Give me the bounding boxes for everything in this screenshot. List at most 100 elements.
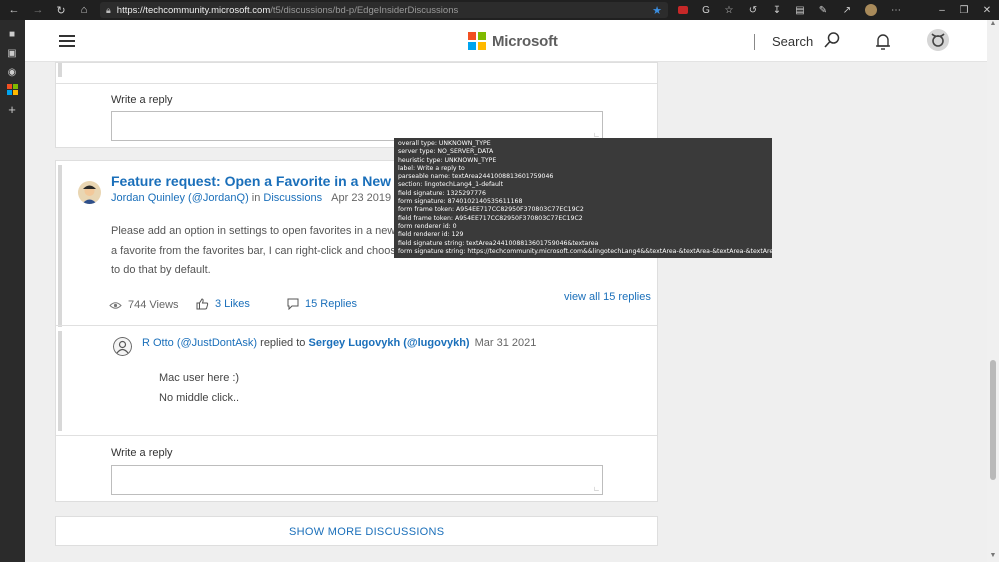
comment-icon xyxy=(287,298,299,310)
tab-microsoft-icon[interactable] xyxy=(6,83,18,95)
tooltip-line: form renderer id: 0 xyxy=(398,222,457,230)
forward-icon[interactable]: → xyxy=(29,0,47,20)
close-icon[interactable]: ✕ xyxy=(978,0,996,20)
thread-accent-bar xyxy=(58,165,62,327)
tooltip-line: section: lingotechLang4_1-default xyxy=(398,181,504,189)
tooltip-line: field signature: 1325297776 xyxy=(398,189,486,197)
refresh-icon[interactable]: ↻ xyxy=(52,0,70,20)
show-more-card[interactable]: SHOW MORE DISCUSSIONS xyxy=(55,516,658,546)
post-title[interactable]: Feature request: Open a Favorite in a Ne… xyxy=(111,173,410,189)
search-icon[interactable] xyxy=(823,31,841,49)
post-date: Apr 23 2019 xyxy=(331,192,392,204)
tooltip-line: field signature string: textArea24410088… xyxy=(398,239,599,247)
notification-bell-icon[interactable] xyxy=(874,32,892,52)
thumbs-up-icon xyxy=(196,298,209,310)
body-line: a favorite from the favorites bar, I can… xyxy=(111,244,396,257)
tooltip-line: overall type: UNKNOWN_TYPE xyxy=(398,140,491,147)
thread-accent-bar xyxy=(58,63,62,77)
reply-author-link[interactable]: R Otto (@JustDontAsk) xyxy=(142,337,257,349)
views-count: 744 Views xyxy=(128,299,179,311)
history-icon[interactable]: ↺ xyxy=(744,0,762,20)
view-all-replies-link[interactable]: view all 15 replies xyxy=(564,291,651,303)
reply-meta: R Otto (@JustDontAsk) replied to Sergey … xyxy=(142,337,536,349)
reply-textarea[interactable]: ∟ xyxy=(111,111,603,141)
eye-icon xyxy=(109,301,122,309)
browser-toolbar: ← → ↻ ⌂ 🔒︎ https://techcommunity.microso… xyxy=(0,0,999,20)
user-avatar[interactable] xyxy=(927,29,949,51)
divider xyxy=(56,325,657,326)
url-host: https://techcommunity.microsoft.com xyxy=(116,4,271,16)
profile-avatar-icon[interactable] xyxy=(862,0,880,20)
show-more-discussions-button[interactable]: SHOW MORE DISCUSSIONS xyxy=(289,526,444,538)
write-reply-label: Write a reply xyxy=(111,94,173,106)
favorite-star-icon[interactable]: ★ xyxy=(652,4,662,17)
board-link[interactable]: Discussions xyxy=(263,192,322,204)
author-avatar[interactable] xyxy=(78,181,101,204)
reply-accent-bar xyxy=(58,331,62,431)
home-icon[interactable]: ⌂ xyxy=(75,0,93,20)
new-tab-icon[interactable]: + xyxy=(6,102,18,117)
body-line: to do that by default. xyxy=(111,264,211,276)
post-body: Please add an option in settings to open… xyxy=(111,222,396,281)
tab-page-icon[interactable]: ▣ xyxy=(6,47,18,59)
in-word: in xyxy=(251,192,261,204)
extension-red-icon[interactable] xyxy=(674,0,692,20)
tooltip-line: label: Write a reply to xyxy=(398,164,465,172)
divider xyxy=(56,83,657,84)
scrollbar-thumb[interactable] xyxy=(990,360,996,480)
web-page: Microsoft Search Write a reply ∟ Feature… xyxy=(25,20,987,562)
lock-icon: 🔒︎ xyxy=(106,4,111,15)
tooltip-line: parseable name: textArea2441008813601759… xyxy=(398,173,554,181)
hamburger-menu-icon[interactable] xyxy=(59,35,75,47)
page-scrollbar[interactable]: ▲ ▼ xyxy=(987,20,999,562)
post-author-link[interactable]: Jordan Quinley (@JordanQ) xyxy=(111,192,249,204)
likes-count: 3 Likes xyxy=(215,298,250,310)
web-capture-icon[interactable]: ✎ xyxy=(814,0,832,20)
tab-actions-icon[interactable]: ■ xyxy=(6,28,18,40)
extension-g-icon[interactable]: G xyxy=(697,0,715,20)
reply-card-top: Write a reply ∟ xyxy=(55,62,658,148)
reply-line: No middle click.. xyxy=(159,391,240,404)
replied-to-text: replied to xyxy=(260,337,306,349)
site-header: Microsoft Search xyxy=(25,20,987,62)
reply-author-avatar[interactable] xyxy=(113,337,132,356)
replies-button[interactable]: 15 Replies xyxy=(287,298,357,310)
reply-line: Mac user here :) xyxy=(159,372,240,384)
microsoft-logo[interactable]: Microsoft xyxy=(468,32,558,50)
tooltip-line: server type: NO_SERVER_DATA xyxy=(398,148,494,156)
likes-button[interactable]: 3 Likes xyxy=(196,298,250,310)
replies-count: 15 Replies xyxy=(305,298,357,310)
body-line: Please add an option in settings to open… xyxy=(111,225,396,237)
reply-date: Mar 31 2021 xyxy=(474,337,537,349)
write-reply-label: Write a reply xyxy=(111,447,173,459)
divider xyxy=(56,435,657,436)
back-icon[interactable]: ← xyxy=(5,0,23,20)
tab-globe-icon[interactable]: ◉ xyxy=(6,66,18,78)
favorites-icon[interactable]: ☆ xyxy=(720,0,738,20)
tooltip-line: field renderer id: 129 xyxy=(398,231,464,239)
tooltip-line: form frame token: A954EE717CC82950F37080… xyxy=(398,206,584,214)
search-label[interactable]: Search xyxy=(772,34,813,49)
post-meta: Jordan Quinley (@JordanQ) in Discussions… xyxy=(111,192,391,204)
microsoft-logo-icon xyxy=(468,32,486,50)
views-stat: 744 Views xyxy=(109,299,179,311)
brand-name: Microsoft xyxy=(492,32,558,50)
collections-icon[interactable]: ▤ xyxy=(791,0,809,20)
more-menu-icon[interactable]: ⋯ xyxy=(887,0,905,20)
restore-icon[interactable]: ❐ xyxy=(955,0,973,20)
vertical-tab-bar: ■ ▣ ◉ + xyxy=(0,20,25,562)
scroll-up-icon[interactable]: ▲ xyxy=(987,20,999,30)
address-bar[interactable]: 🔒︎ https://techcommunity.microsoft.com/t… xyxy=(100,2,668,18)
autofill-debug-tooltip: overall type: UNKNOWN_TYPE server type: N… xyxy=(394,138,772,258)
downloads-icon[interactable]: ↧ xyxy=(768,0,786,20)
url-path: /t5/discussions/bd-p/EdgeInsiderDiscussi… xyxy=(270,4,459,16)
tooltip-line: form signature: 8740102140535611168 xyxy=(398,198,523,206)
reply-target-link[interactable]: Sergey Lugovykh (@lugovykh) xyxy=(308,337,469,349)
header-divider xyxy=(754,34,755,50)
reply-textarea[interactable]: ∟ xyxy=(111,465,603,495)
tooltip-line: heuristic type: UNKNOWN_TYPE xyxy=(398,156,497,164)
tooltip-line: field frame token: A954EE717CC82950F3708… xyxy=(398,214,583,222)
minimize-icon[interactable]: – xyxy=(933,0,951,20)
scroll-down-icon[interactable]: ▼ xyxy=(987,552,999,562)
share-icon[interactable]: ↗ xyxy=(838,0,856,20)
